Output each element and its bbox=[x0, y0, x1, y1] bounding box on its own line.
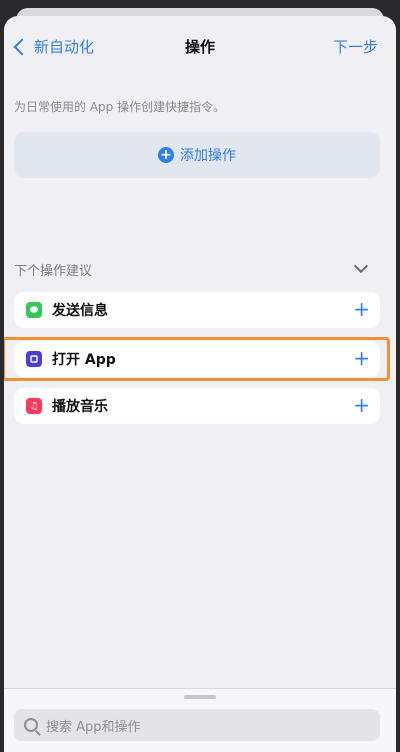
hint-text: 为日常使用的 App 操作创建快捷指令。 bbox=[14, 100, 226, 114]
suggestion-label: 播放音乐 bbox=[52, 399, 108, 415]
add-action-label: 添加操作 bbox=[180, 148, 236, 164]
suggestion-send-message[interactable]: 发送信息 + bbox=[14, 292, 380, 328]
plus-circle-icon: + bbox=[158, 147, 174, 163]
suggestion-label: 发送信息 bbox=[52, 303, 108, 319]
search-input[interactable]: 搜索 App和操作 bbox=[14, 709, 380, 741]
add-icon[interactable]: + bbox=[353, 347, 370, 369]
search-placeholder: 搜索 App和操作 bbox=[46, 719, 141, 735]
suggestions-header-label: 下个操作建议 bbox=[14, 264, 93, 279]
add-icon[interactable]: + bbox=[353, 394, 370, 416]
open-app-icon bbox=[26, 351, 42, 367]
music-icon: ♫ bbox=[26, 398, 42, 414]
screen: 新自动化 操作 下一步 为日常使用的 App 操作创建快捷指令。 + 添加操作 … bbox=[0, 0, 400, 752]
navigation-bar: 新自动化 操作 下一步 bbox=[4, 16, 396, 76]
action-sheet: 新自动化 操作 下一步 为日常使用的 App 操作创建快捷指令。 + 添加操作 … bbox=[4, 16, 396, 752]
suggestion-open-app[interactable]: 打开 App + bbox=[14, 341, 380, 377]
suggestion-play-music[interactable]: ♫ 播放音乐 + bbox=[14, 388, 380, 424]
next-button[interactable]: 下一步 bbox=[333, 36, 378, 57]
messages-icon bbox=[26, 302, 42, 318]
search-icon bbox=[24, 718, 38, 732]
suggestions-header[interactable]: 下个操作建议 bbox=[14, 258, 372, 279]
chevron-down-icon[interactable] bbox=[353, 258, 369, 274]
add-action-button[interactable]: + 添加操作 bbox=[14, 132, 380, 178]
add-icon[interactable]: + bbox=[353, 298, 370, 320]
suggestion-label: 打开 App bbox=[52, 352, 116, 368]
sheet-grabber[interactable] bbox=[184, 695, 216, 699]
bottom-search-bar: 搜索 App和操作 bbox=[4, 688, 396, 752]
